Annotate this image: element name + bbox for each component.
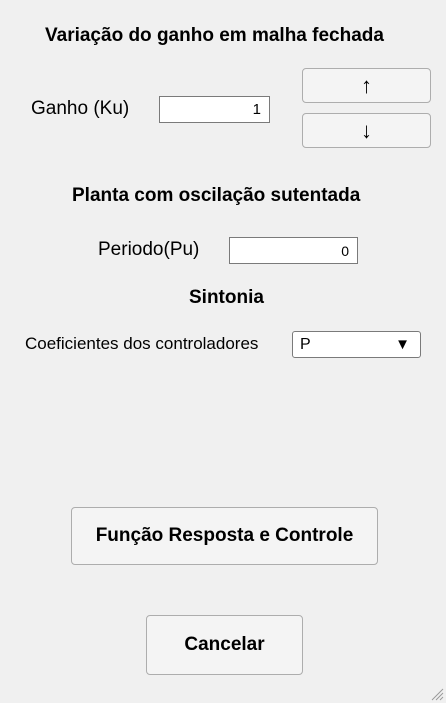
response-control-button[interactable]: Função Resposta e Controle [71, 507, 378, 565]
gain-section-title: Variação do ganho em malha fechada [45, 25, 384, 46]
controller-type-dropdown[interactable]: P ▼ [292, 331, 421, 358]
period-input[interactable] [229, 237, 358, 264]
cancel-button-label: Cancelar [184, 634, 265, 655]
gain-down-button[interactable]: ↓ [302, 113, 431, 148]
arrow-up-icon: ↑ [361, 72, 372, 98]
tuning-section-title: Sintonia [189, 287, 264, 308]
arrow-down-icon: ↓ [361, 117, 372, 143]
dropdown-selected-value: P [300, 335, 311, 353]
oscillation-section-title: Planta com oscilação sutentada [72, 185, 361, 206]
period-label: Periodo(Pu) [98, 239, 200, 260]
cancel-button[interactable]: Cancelar [146, 615, 303, 675]
gain-input[interactable] [159, 96, 270, 123]
response-control-button-label: Função Resposta e Controle [95, 525, 354, 546]
gain-up-button[interactable]: ↑ [302, 68, 431, 103]
gain-label: Ganho (Ku) [31, 98, 130, 119]
resize-grip-icon[interactable] [430, 687, 444, 701]
dialog-window: Variação do ganho em malha fechada Ganho… [0, 0, 446, 703]
coefficients-label: Coeficientes dos controladores [25, 334, 259, 353]
caret-down-icon: ▼ [395, 336, 410, 353]
